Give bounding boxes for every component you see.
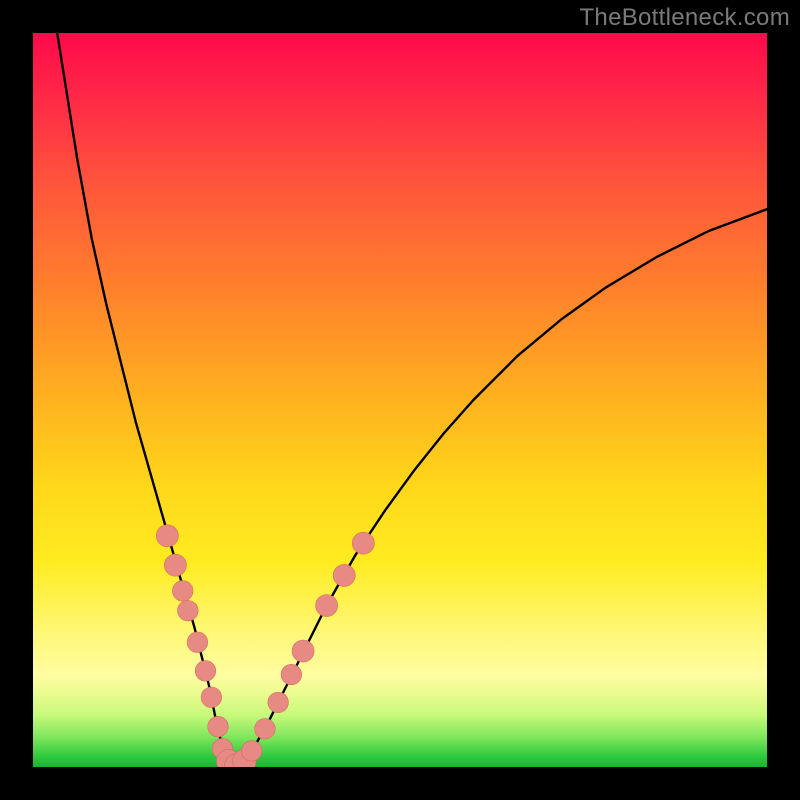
bead-17 [316, 595, 338, 617]
bead-1 [164, 554, 186, 576]
bead-3 [178, 600, 199, 621]
bead-7 [208, 716, 229, 737]
bead-6 [201, 687, 222, 708]
bead-19 [352, 532, 374, 554]
curve-bottleneck-curve [57, 33, 767, 767]
plot-area [33, 33, 767, 767]
bead-4 [187, 632, 208, 653]
bead-12 [241, 741, 262, 762]
bead-15 [281, 664, 302, 685]
bead-0 [156, 525, 178, 547]
chart-container: TheBottleneck.com [0, 0, 800, 800]
bead-16 [292, 640, 314, 662]
chart-svg [33, 33, 767, 767]
bead-2 [172, 581, 193, 602]
bead-18 [333, 564, 355, 586]
bead-5 [195, 661, 216, 682]
watermark-text: TheBottleneck.com [579, 4, 790, 32]
bead-14 [268, 692, 289, 713]
bead-13 [255, 719, 276, 740]
